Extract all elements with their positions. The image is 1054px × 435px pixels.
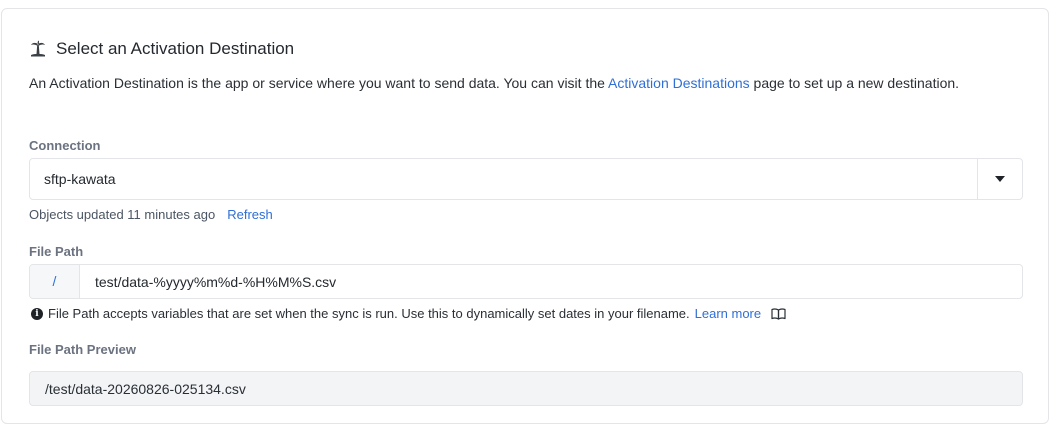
activation-destinations-link[interactable]: Activation Destinations	[608, 75, 750, 91]
file-path-field[interactable]: / test/data-%yyyy%m%d-%H%M%S.csv	[29, 264, 1023, 299]
connection-selected-value: sftp-kawata	[44, 171, 116, 187]
select-divider	[977, 159, 978, 199]
activation-destination-card: Select an Activation Destination An Acti…	[1, 8, 1049, 424]
palm-tree-icon	[31, 40, 45, 57]
description-before: An Activation Destination is the app or …	[29, 75, 609, 91]
description-text: An Activation Destination is the app or …	[29, 73, 989, 94]
file-path-preview-value: /test/data-20260826-025134.csv	[45, 381, 246, 397]
info-icon: i	[31, 307, 43, 320]
objects-updated-text: Objects updated 11 minutes ago	[29, 207, 216, 222]
file-path-preview-field: /test/data-20260826-025134.csv	[29, 371, 1023, 406]
learn-more-link[interactable]: Learn more	[695, 306, 761, 321]
connection-select[interactable]: sftp-kawata	[29, 158, 1023, 200]
file-path-hint-text: File Path accepts variables that are set…	[48, 306, 690, 321]
page-title: Select an Activation Destination	[56, 39, 295, 58]
file-path-hint: i File Path accepts variables that are s…	[31, 306, 786, 321]
book-icon[interactable]	[771, 307, 786, 320]
connection-label: Connection	[29, 138, 101, 153]
file-path-preview-label: File Path Preview	[29, 342, 136, 357]
connection-meta: Objects updated 11 minutes ago Refresh	[29, 207, 273, 222]
file-path-prefix: /	[30, 265, 80, 298]
refresh-link[interactable]: Refresh	[227, 207, 273, 222]
description-after: page to set up a new destination.	[749, 75, 960, 91]
chevron-down-icon[interactable]	[995, 176, 1005, 182]
file-path-label: File Path	[29, 244, 84, 259]
file-path-input[interactable]: test/data-%yyyy%m%d-%H%M%S.csv	[95, 274, 336, 290]
section-header: Select an Activation Destination	[29, 39, 294, 59]
